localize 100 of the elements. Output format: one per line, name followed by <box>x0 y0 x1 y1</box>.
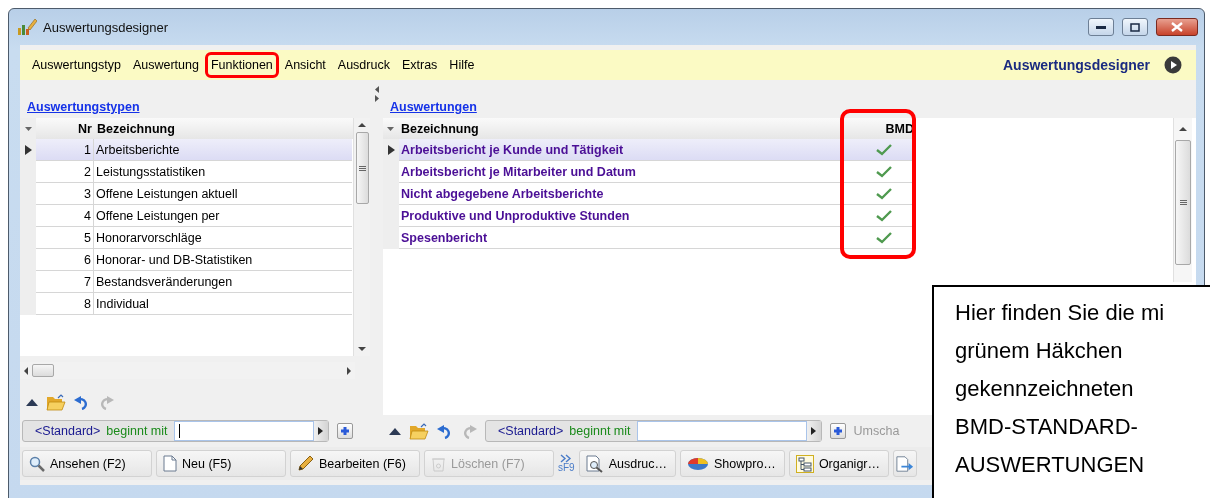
minimize-button[interactable] <box>1088 18 1114 36</box>
print-preview-icon <box>585 454 604 473</box>
panel-title[interactable]: Auswertungstypen <box>27 100 140 114</box>
add-filter-button[interactable] <box>829 423 846 439</box>
filter-input[interactable] <box>173 421 314 441</box>
column-header[interactable]: Nr <box>36 121 94 136</box>
row-pointer-icon <box>24 145 32 155</box>
scroll-left-icon[interactable] <box>24 366 28 375</box>
check-icon <box>875 143 892 156</box>
trash-icon <box>431 455 446 472</box>
menu-item[interactable]: Extras <box>395 52 444 78</box>
collapse-arrow-icon[interactable] <box>26 398 38 406</box>
plus-icon <box>339 426 350 436</box>
add-filter-button[interactable] <box>336 423 353 439</box>
column-header[interactable]: Bezeichnung <box>94 121 175 136</box>
table-cell[interactable]: Offene Leistungen per <box>94 205 352 227</box>
table-cell[interactable]: Nicht abgegebene Arbeitsberichte <box>399 183 851 205</box>
callout-text: Hier finden Sie die mi grünem Häkchen gekennzeichneten BMD-STANDARD- AUSWERTUNGEN <box>955 299 1166 479</box>
window-title: Auswertungsdesigner <box>43 19 170 35</box>
toolbar-button[interactable]: Organigr… <box>788 450 889 477</box>
hint-text: Umscha <box>853 424 900 438</box>
toolbar-button[interactable]: Ausdruc… <box>578 450 677 477</box>
play-icon[interactable] <box>1164 56 1182 74</box>
filter-input[interactable] <box>636 421 807 441</box>
row-pointer-icon <box>387 145 395 155</box>
check-icon <box>875 231 892 244</box>
double-chevron-icon <box>560 454 573 463</box>
table-cell: 4 <box>36 205 94 227</box>
panel-title[interactable]: Auswertungen <box>390 100 477 114</box>
table-cell: 2 <box>36 161 94 183</box>
pencil-icon <box>297 455 314 472</box>
collapse-left-icon[interactable] <box>374 86 379 93</box>
scroll-up-icon[interactable] <box>1179 127 1187 131</box>
toolbar-button[interactable] <box>893 450 917 477</box>
caret-right-icon <box>811 427 816 435</box>
column-header[interactable]: Bezeichnung <box>398 121 852 136</box>
shortcut-label[interactable]: sF9 <box>558 454 575 473</box>
table-cell[interactable]: Individual <box>94 293 352 315</box>
scrollbar-thumb[interactable] <box>1175 140 1191 265</box>
table-cell[interactable]: Spesenbericht <box>399 227 851 249</box>
table-cell[interactable]: Leistungsstatistiken <box>94 161 352 183</box>
folder-icon[interactable] <box>46 393 66 411</box>
pie-chart-icon <box>687 456 710 471</box>
table-cell[interactable]: Bestandsveränderungen <box>94 271 352 293</box>
menu-item[interactable]: Auswertungstyp <box>26 52 127 78</box>
maximize-button[interactable] <box>1122 18 1148 36</box>
table-cell[interactable]: Honorarvorschläge <box>94 227 352 249</box>
undo-icon[interactable] <box>74 394 90 410</box>
table-cell: 7 <box>36 271 94 293</box>
table-cell[interactable]: Produktive und Unproduktive Stunden <box>399 205 851 227</box>
menu-item[interactable]: Ansicht <box>278 52 332 78</box>
table-cell: 5 <box>36 227 94 249</box>
toolbar-button[interactable]: Ansehen (F2) <box>22 450 152 477</box>
table-cell: 8 <box>36 293 94 315</box>
scrollbar-thumb[interactable] <box>355 132 369 204</box>
menu-item[interactable]: Ausdruck <box>331 52 396 78</box>
scrollbar[interactable] <box>1173 118 1192 282</box>
app-title: Auswertungsdesigner <box>1002 57 1150 73</box>
check-icon <box>875 187 892 200</box>
collapse-right-icon[interactable] <box>374 95 379 102</box>
grip-icon <box>1179 200 1187 205</box>
undo-icon[interactable] <box>437 423 453 439</box>
toolbar-button[interactable]: Bearbeiten (F6) <box>290 450 420 477</box>
folder-icon[interactable] <box>409 422 429 440</box>
toolbar-button[interactable]: Neu (F5) <box>156 450 286 477</box>
filter-operator[interactable]: beginnt mit <box>106 421 174 441</box>
table-cell: 6 <box>36 249 94 271</box>
grip-icon <box>358 165 366 171</box>
minimize-icon <box>1096 25 1106 29</box>
plus-icon <box>832 426 843 436</box>
close-button[interactable] <box>1156 18 1198 36</box>
menu-item[interactable]: Auswertung <box>126 52 205 78</box>
menu-item[interactable]: Hilfe <box>443 52 481 78</box>
filter-scope[interactable]: <Standard> <box>486 421 570 441</box>
table-cell[interactable]: Arbeitsberichte <box>94 139 352 161</box>
toolbar-button[interactable]: Showpro… <box>680 450 785 477</box>
export-icon <box>896 454 914 473</box>
table-cell[interactable]: Offene Leistungen aktuell <box>94 183 352 205</box>
dropdown-icon[interactable] <box>387 126 395 131</box>
scroll-down-icon[interactable] <box>358 347 366 351</box>
check-icon <box>875 209 892 222</box>
page-icon <box>163 455 177 472</box>
table-cell[interactable]: Honorar- und DB-Statistiken <box>94 249 352 271</box>
close-icon <box>1171 22 1183 32</box>
filter-operator[interactable]: beginnt mit <box>569 421 637 441</box>
scroll-right-icon[interactable] <box>347 366 351 375</box>
scrollbar-thumb[interactable] <box>32 364 54 377</box>
maximize-icon <box>1130 22 1140 32</box>
filter-scope[interactable]: <Standard> <box>23 421 107 441</box>
collapse-arrow-icon[interactable] <box>389 427 401 435</box>
column-header[interactable]: BMD <box>851 121 916 136</box>
chart-pencil-icon <box>17 18 37 36</box>
magnifier-icon <box>29 455 45 472</box>
menu-item[interactable]: Funktionen <box>204 52 279 78</box>
org-chart-icon <box>795 454 814 473</box>
table-cell[interactable]: Arbeitsbericht je Mitarbeiter und Datum <box>399 161 851 183</box>
scroll-up-icon[interactable] <box>358 123 366 127</box>
dropdown-icon[interactable] <box>24 126 32 131</box>
table-cell[interactable]: Arbeitsbericht je Kunde und Tätigkeit <box>399 139 851 161</box>
caret-right-icon <box>318 427 323 435</box>
